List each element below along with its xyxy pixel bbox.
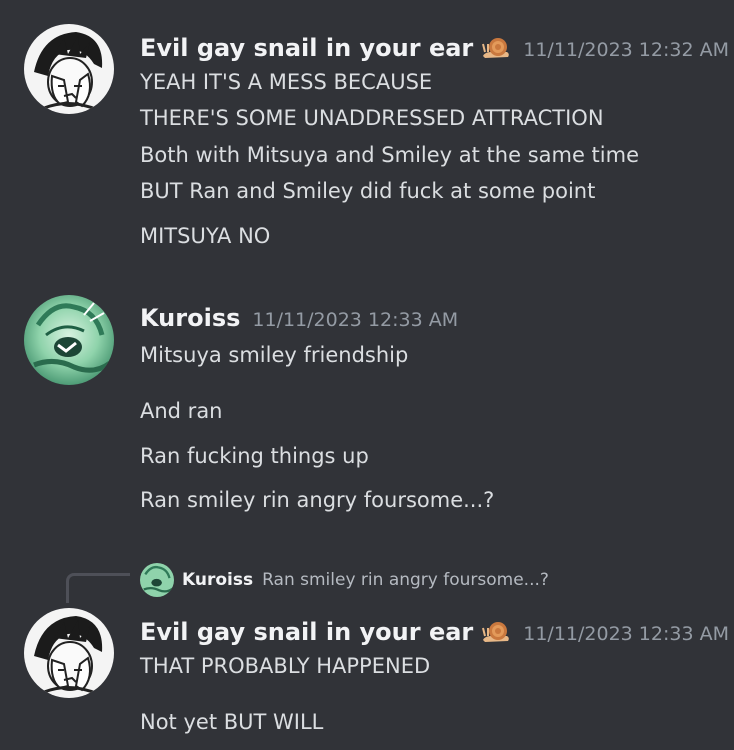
reply-connector: [66, 573, 130, 603]
message-line: Not yet BUT WILL: [140, 710, 324, 734]
snail-emoji-icon: [481, 34, 511, 60]
username[interactable]: Evil gay snail in your ear: [140, 34, 473, 62]
message-line: Mitsuya smiley friendship: [140, 343, 409, 367]
message-line: YEAH IT'S A MESS BECAUSE: [140, 70, 433, 94]
reply-text[interactable]: Ran smiley rin angry foursome...?: [262, 570, 549, 590]
reply-preview[interactable]: Kuroiss Ran smiley rin angry foursome...…: [140, 563, 549, 597]
message-line: BUT Ran and Smiley did fuck at some poin…: [140, 179, 596, 203]
username[interactable]: Evil gay snail in your ear: [140, 618, 473, 646]
snail-emoji-icon: [481, 618, 511, 644]
message-line: And ran: [140, 399, 223, 423]
avatar[interactable]: [24, 608, 114, 698]
username[interactable]: Kuroiss: [140, 304, 240, 332]
reply-username[interactable]: Kuroiss: [182, 570, 253, 590]
timestamp: 11/11/2023 12:32 AM: [523, 39, 729, 61]
message-header: Evil gay snail in your ear 11/11/2023 12…: [140, 30, 729, 62]
message-line: Ran smiley rin angry foursome...?: [140, 488, 495, 512]
message-header: Kuroiss 11/11/2023 12:33 AM: [140, 304, 458, 332]
timestamp: 11/11/2023 12:33 AM: [523, 623, 729, 645]
reply-avatar: [140, 563, 174, 597]
message-line: MITSUYA NO: [140, 224, 271, 248]
message-line: THAT PROBABLY HAPPENED: [140, 654, 431, 678]
avatar[interactable]: [24, 24, 114, 114]
avatar[interactable]: [24, 295, 114, 385]
message-line: THERE'S SOME UNADDRESSED ATTRACTION: [140, 106, 604, 130]
message-header: Evil gay snail in your ear 11/11/2023 12…: [140, 614, 729, 646]
message-line: Both with Mitsuya and Smiley at the same…: [140, 143, 639, 167]
timestamp: 11/11/2023 12:33 AM: [252, 309, 459, 331]
message-line: Ran fucking things up: [140, 444, 369, 468]
